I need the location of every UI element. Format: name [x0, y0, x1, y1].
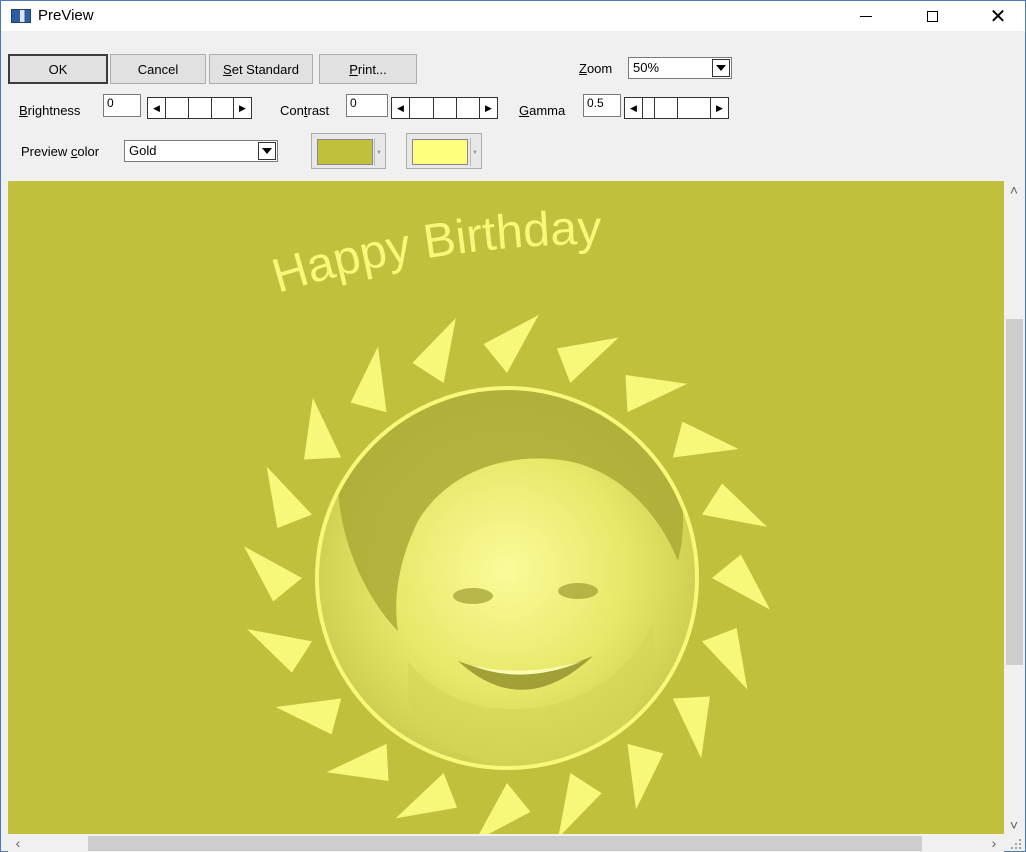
horizontal-scrollbar[interactable]: ‹ › — [8, 834, 1004, 852]
close-icon: ✕ — [989, 4, 1007, 28]
preview-window: PreView ✕ OK Cancel Set Standard Print..… — [0, 0, 1026, 852]
brightness-increase-button[interactable]: ▶ — [233, 97, 252, 119]
maximize-icon — [926, 10, 938, 22]
zoom-value: 50% — [633, 60, 660, 75]
zoom-label-text: oom — [586, 61, 613, 76]
brightness-slider[interactable]: ◀ ▶ — [147, 97, 252, 119]
window-title: PreView — [38, 7, 94, 24]
contrast-slider[interactable]: ◀ ▶ — [391, 97, 498, 119]
gamma-label: Gamma — [519, 103, 565, 118]
zoom-mnemonic: Z — [579, 61, 587, 76]
vertical-scrollbar[interactable]: ˄ ˅ — [1004, 181, 1024, 834]
gamma-track[interactable] — [643, 97, 710, 119]
brightness-value: 0 — [107, 96, 114, 110]
ok-button[interactable]: OK — [8, 54, 108, 84]
contrast-increase-button[interactable]: ▶ — [479, 97, 498, 119]
ok-button-label: OK — [48, 61, 68, 77]
preview-color-dropdown-button[interactable] — [258, 142, 276, 160]
brightness-track[interactable] — [166, 97, 233, 119]
contrast-thumb[interactable] — [433, 97, 457, 119]
contrast-decrease-button[interactable]: ◀ — [391, 97, 410, 119]
foreground-color-swatch — [412, 139, 468, 165]
minimize-icon — [860, 15, 872, 17]
horizontal-scroll-thumb[interactable] — [88, 836, 922, 851]
gamma-thumb[interactable] — [654, 97, 678, 119]
set-standard-button[interactable]: Set Standard — [209, 54, 313, 84]
cancel-button[interactable]: Cancel — [110, 54, 206, 84]
print-mnemonic: P — [349, 61, 358, 77]
brightness-decrease-button[interactable]: ◀ — [147, 97, 166, 119]
gamma-value: 0.5 — [587, 96, 604, 110]
contrast-label: Contrast — [280, 103, 329, 118]
gamma-increase-button[interactable]: ▶ — [710, 97, 729, 119]
background-color-swatch — [317, 139, 373, 165]
preview-color-label-pre: Preview — [21, 144, 71, 159]
gamma-mnemonic: G — [519, 103, 530, 118]
chevron-down-icon — [262, 148, 272, 154]
preview-canvas[interactable]: Happy Birthday — [8, 181, 1004, 834]
brightness-label-text: rightness — [27, 103, 81, 118]
gamma-decrease-button[interactable]: ◀ — [624, 97, 643, 119]
chevron-down-icon: ▼ — [472, 150, 478, 156]
print-button[interactable]: Print... — [319, 54, 417, 84]
resize-grip-icon[interactable] — [1007, 835, 1023, 851]
brightness-label: Brightness — [19, 103, 80, 118]
close-button[interactable]: ✕ — [975, 1, 1021, 31]
vertical-scroll-thumb[interactable] — [1006, 319, 1023, 665]
scroll-up-icon[interactable]: ˄ — [1004, 181, 1024, 199]
zoom-select[interactable]: 50% — [628, 57, 732, 79]
background-color-button[interactable]: ▼ — [311, 133, 386, 169]
preview-color-value: Gold — [129, 143, 157, 158]
gamma-input[interactable]: 0.5 — [583, 94, 621, 117]
scroll-left-icon[interactable]: ‹ — [8, 834, 28, 852]
chevron-down-icon — [716, 65, 726, 71]
minimize-button[interactable] — [843, 1, 889, 31]
contrast-track[interactable] — [410, 97, 479, 119]
contrast-label-pre: Con — [280, 103, 304, 118]
birthday-card-artwork: Happy Birthday — [8, 181, 1004, 834]
contrast-input[interactable]: 0 — [346, 94, 388, 117]
gamma-label-text: amma — [529, 103, 566, 118]
cancel-button-label: Cancel — [137, 61, 179, 77]
scroll-right-icon[interactable]: › — [984, 834, 1004, 852]
scroll-down-icon[interactable]: ˅ — [1004, 816, 1024, 834]
title-bar[interactable]: PreView ✕ — [1, 1, 1025, 31]
zoom-dropdown-button[interactable] — [712, 59, 730, 77]
color-button-separator — [470, 138, 471, 166]
contrast-label-text: rast — [307, 103, 330, 118]
foreground-color-button[interactable]: ▼ — [406, 133, 482, 169]
preview-color-label: Preview color — [21, 144, 99, 159]
brightness-thumb[interactable] — [188, 97, 212, 119]
zoom-label: Zoom — [579, 61, 612, 76]
set-standard-label: et Standard — [231, 61, 299, 77]
set-standard-mnemonic: S — [223, 61, 232, 77]
brightness-input[interactable]: 0 — [103, 94, 141, 117]
print-label: rint... — [357, 61, 387, 77]
app-icon — [11, 9, 31, 23]
maximize-button[interactable] — [909, 1, 955, 31]
preview-color-select[interactable]: Gold — [124, 140, 278, 162]
color-button-separator — [374, 138, 375, 166]
preview-color-label-text: olor — [77, 144, 100, 159]
chevron-down-icon: ▼ — [376, 150, 382, 156]
brightness-mnemonic: B — [19, 103, 28, 118]
contrast-value: 0 — [350, 96, 357, 110]
gamma-slider[interactable]: ◀ ▶ — [624, 97, 729, 119]
